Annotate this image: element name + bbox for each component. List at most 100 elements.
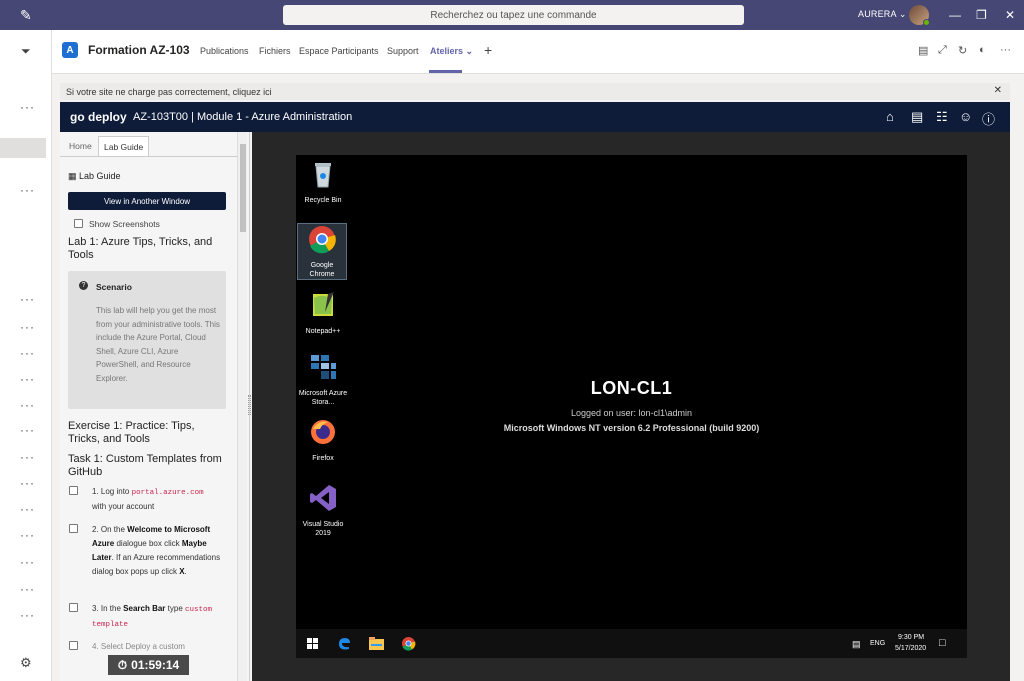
view-in-another-window-button[interactable]: View in Another Window	[68, 192, 226, 210]
clock-date[interactable]: 5/17/2020	[895, 645, 926, 652]
show-screenshots-checkbox[interactable]	[74, 219, 83, 228]
task-heading: Task 1: Custom Templates from GitHub	[68, 453, 222, 478]
more-icon[interactable]: ···	[20, 398, 35, 412]
more-icon[interactable]: ···	[20, 476, 35, 490]
notice-text: Si votre site ne charge pas correctement…	[66, 86, 272, 97]
user-icon[interactable]: ☺	[959, 109, 972, 124]
tab-support[interactable]: Support	[387, 46, 419, 56]
lab-timer: ⏱ 01:59:14	[108, 655, 189, 675]
settings-gear-icon[interactable]: ⚙	[20, 655, 32, 671]
team-title: Formation AZ-103	[88, 43, 190, 57]
show-screenshots-label: Show Screenshots	[89, 219, 160, 229]
step-checkbox[interactable]	[69, 603, 78, 612]
close-icon[interactable]: ✕	[1005, 8, 1015, 22]
chrome-icon	[309, 226, 336, 254]
os-version: Microsoft Windows NT version 6.2 Profess…	[503, 423, 760, 433]
tab-ateliers-label: Ateliers	[430, 46, 464, 56]
more-icon[interactable]: ···	[20, 292, 35, 306]
more-icon[interactable]: ···	[20, 320, 35, 334]
step-checkbox[interactable]	[69, 641, 78, 650]
resources-icon[interactable]: ☷	[936, 109, 948, 125]
step-checkbox[interactable]	[69, 486, 78, 495]
clock-time[interactable]: 9:30 PM	[898, 634, 924, 641]
more-icon[interactable]: ···	[20, 346, 35, 360]
more-icon[interactable]: ···	[20, 502, 35, 516]
team-logo-icon: A	[62, 42, 78, 58]
globe-icon[interactable]: ◐	[979, 44, 986, 56]
machines-icon[interactable]: ▤	[911, 109, 923, 125]
edge-icon[interactable]	[337, 636, 352, 651]
more-icon[interactable]: ···	[20, 450, 35, 464]
tab-publications[interactable]: Publications	[200, 46, 249, 56]
scroll-thumb[interactable]	[240, 144, 246, 232]
step-2: 2. On the Welcome to Microsoft Azure dia…	[92, 525, 221, 576]
user-menu[interactable]: AURERA ⌄	[858, 9, 907, 20]
panel-resize-handle[interactable]	[248, 395, 251, 415]
tab-espace-participants[interactable]: Espace Participants	[299, 46, 379, 56]
notifications-icon[interactable]: □	[939, 637, 946, 649]
desktop-icon-visual-studio[interactable]: Visual Studio 2019	[298, 483, 348, 538]
tab-fichiers[interactable]: Fichiers	[259, 46, 291, 56]
step-3: 3. In the Search Bar type custom templat…	[92, 604, 213, 629]
more-icon[interactable]: ···	[20, 372, 35, 386]
more-icon[interactable]: ···	[20, 582, 35, 596]
scenario-box: ? Scenario This lab will help you get th…	[68, 271, 226, 409]
active-tab-indicator	[429, 70, 462, 73]
chat-icon[interactable]: ▤	[918, 44, 928, 57]
scenario-title: Scenario	[96, 282, 132, 292]
logged-on-user: Logged on user: lon-cl1\admin	[570, 408, 693, 418]
more-icon[interactable]: ···	[20, 183, 35, 197]
add-tab-icon[interactable]: +	[484, 42, 492, 58]
tab-ateliers[interactable]: Ateliers ⌄	[430, 46, 473, 57]
remote-desktop[interactable]: Recycle Bin Google Chrome Notepad++ Micr…	[296, 155, 967, 658]
desktop-icon-google-chrome[interactable]: Google Chrome	[297, 223, 347, 280]
minimize-icon[interactable]: —	[949, 8, 961, 22]
network-icon[interactable]: ▤	[852, 639, 861, 650]
help-icon[interactable]: ⓘ	[982, 109, 995, 128]
lab-heading: Lab 1: Azure Tips, Tricks, and Tools	[68, 236, 213, 261]
more-icon[interactable]: ···	[20, 423, 35, 437]
search-input[interactable]: Recherchez ou tapez une commande	[283, 5, 744, 25]
visual-studio-icon	[310, 485, 336, 511]
refresh-icon[interactable]: ↻	[958, 44, 967, 57]
chrome-taskbar-icon[interactable]	[401, 636, 416, 651]
desktop-icon-notepad-plus-plus[interactable]: Notepad++	[298, 290, 348, 336]
language-indicator[interactable]: ENG	[870, 640, 885, 647]
load-notice[interactable]: Si votre site ne charge pas correctement…	[60, 83, 1010, 100]
windows-taskbar: ▤ ENG 9:30 PM 5/17/2020 □	[296, 629, 967, 658]
desktop-icon-recycle-bin[interactable]: Recycle Bin	[298, 159, 348, 205]
step-1: 1. Log into portal.azure.com with your ac…	[92, 487, 204, 511]
file-explorer-icon[interactable]	[369, 637, 384, 650]
more-icon[interactable]: ···	[20, 100, 35, 114]
question-icon: ?	[79, 281, 88, 290]
guide-scrollbar[interactable]	[237, 132, 247, 681]
step-checkbox[interactable]	[69, 524, 78, 533]
recycle-bin-icon	[315, 163, 331, 188]
tab-lab-guide[interactable]: Lab Guide	[98, 136, 150, 156]
lab-guide-panel: Home Lab Guide ▦ Lab Guide View in Anoth…	[60, 132, 250, 681]
step-4: 4. Select Deploy a custom	[92, 642, 185, 651]
presence-indicator	[923, 19, 930, 26]
windows-start-icon[interactable]	[307, 638, 318, 649]
user-name: AURERA	[858, 9, 897, 19]
notepad-plus-plus-icon	[313, 292, 334, 316]
hostname: LON-CL1	[590, 378, 673, 398]
home-icon[interactable]: ⌂	[886, 109, 894, 124]
title-bar: ✎ Recherchez ou tapez une commande AURER…	[0, 0, 1024, 30]
filter-icon[interactable]: ⏷	[21, 44, 31, 59]
channel-header: A Formation AZ-103 Publications Fichiers…	[52, 30, 1024, 74]
compose-icon[interactable]: ✎	[20, 7, 32, 24]
book-icon: ▦	[68, 171, 77, 181]
more-icon[interactable]: ···	[20, 608, 35, 622]
selected-rail-item[interactable]	[0, 138, 46, 158]
lab-guide-heading: ▦ Lab Guide	[68, 171, 121, 182]
restore-icon[interactable]: ❐	[976, 8, 987, 22]
more-icon[interactable]: ···	[20, 555, 35, 569]
lab-guide-label: Lab Guide	[79, 171, 121, 181]
expand-icon[interactable]: ⤢	[938, 44, 947, 57]
more-icon[interactable]: ···	[20, 528, 35, 542]
close-icon[interactable]: ✕	[994, 85, 1002, 96]
lab-title: AZ-103T00 | Module 1 - Azure Administrat…	[133, 111, 353, 123]
tab-home[interactable]: Home	[64, 136, 97, 156]
more-options-icon[interactable]: ···	[1000, 44, 1011, 56]
